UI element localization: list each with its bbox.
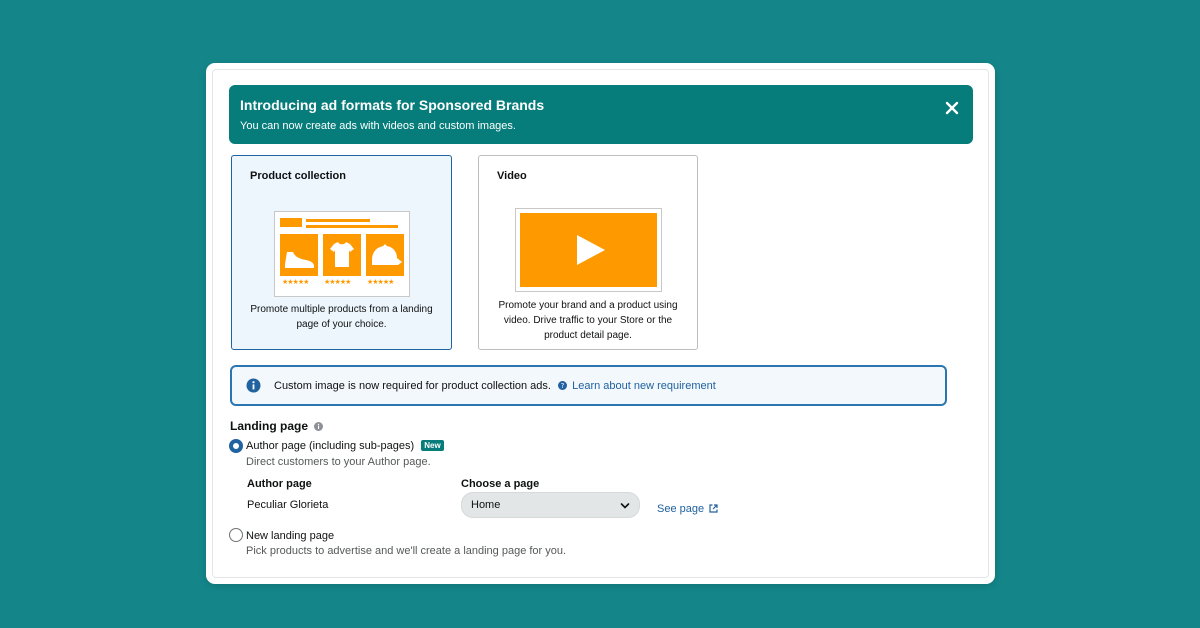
- see-page-label: See page: [657, 503, 705, 515]
- learn-more-link[interactable]: Learn about new requirement: [572, 380, 716, 392]
- help-icon: ?: [558, 381, 568, 393]
- see-page-link[interactable]: See page: [657, 503, 718, 516]
- author-page-value: Peculiar Glorieta: [247, 499, 329, 511]
- info-message: Custom image is now required for product…: [274, 380, 551, 392]
- star-rating: ★★★★★: [282, 279, 309, 286]
- close-icon[interactable]: [943, 99, 961, 117]
- intro-banner: Introducing ad formats for Sponsored Bra…: [229, 85, 973, 144]
- option-new-landing-page-label: New landing page: [246, 530, 335, 542]
- option-label: Author page (including sub-pages): [246, 440, 415, 452]
- author-page-label: Author page: [247, 478, 312, 490]
- new-badge: New: [421, 440, 444, 451]
- radio-new-landing-page[interactable]: [229, 528, 243, 542]
- landing-page-label: Landing page: [230, 419, 308, 433]
- option-author-page-label: Author page (including sub-pages) New: [246, 440, 444, 452]
- chevron-down-icon: [620, 501, 630, 513]
- tile-description: Promote your brand and a product using v…: [498, 300, 678, 341]
- info-notice: Custom image is now required for product…: [230, 365, 947, 406]
- select-value: Home: [471, 499, 501, 511]
- tile-description: Promote multiple products from a landing…: [250, 304, 433, 330]
- tile-title: Product collection: [250, 170, 346, 182]
- info-text-row: Custom image is now required for product…: [274, 380, 716, 393]
- info-icon[interactable]: [314, 420, 324, 434]
- sponsored-brands-panel: Introducing ad formats for Sponsored Bra…: [206, 63, 995, 584]
- banner-subtitle: You can now create ads with videos and c…: [240, 120, 516, 132]
- external-link-icon: [709, 504, 718, 516]
- svg-text:?: ?: [561, 382, 565, 390]
- option-new-landing-page-description: Pick products to advertise and we'll cre…: [246, 545, 567, 557]
- banner-title: Introducing ad formats for Sponsored Bra…: [240, 97, 545, 113]
- choose-page-label: Choose a page: [461, 478, 540, 490]
- option-author-page-description: Direct customers to your Author page.: [246, 456, 431, 468]
- ad-format-video[interactable]: Video Promote your brand and a product u…: [478, 155, 698, 350]
- ad-format-product-collection[interactable]: Product collection ★★★★★ ★★★★★ ★★★★★ Pro…: [231, 155, 452, 350]
- video-illustration: [515, 208, 662, 297]
- product-collection-illustration: ★★★★★ ★★★★★ ★★★★★: [274, 211, 410, 302]
- info-icon: [246, 378, 261, 398]
- star-rating: ★★★★★: [367, 279, 394, 286]
- tile-title: Video: [497, 170, 527, 182]
- choose-page-select[interactable]: Home: [461, 492, 640, 518]
- landing-page-heading: Landing page: [230, 419, 324, 434]
- star-rating: ★★★★★: [324, 279, 351, 286]
- radio-author-page[interactable]: [229, 439, 243, 453]
